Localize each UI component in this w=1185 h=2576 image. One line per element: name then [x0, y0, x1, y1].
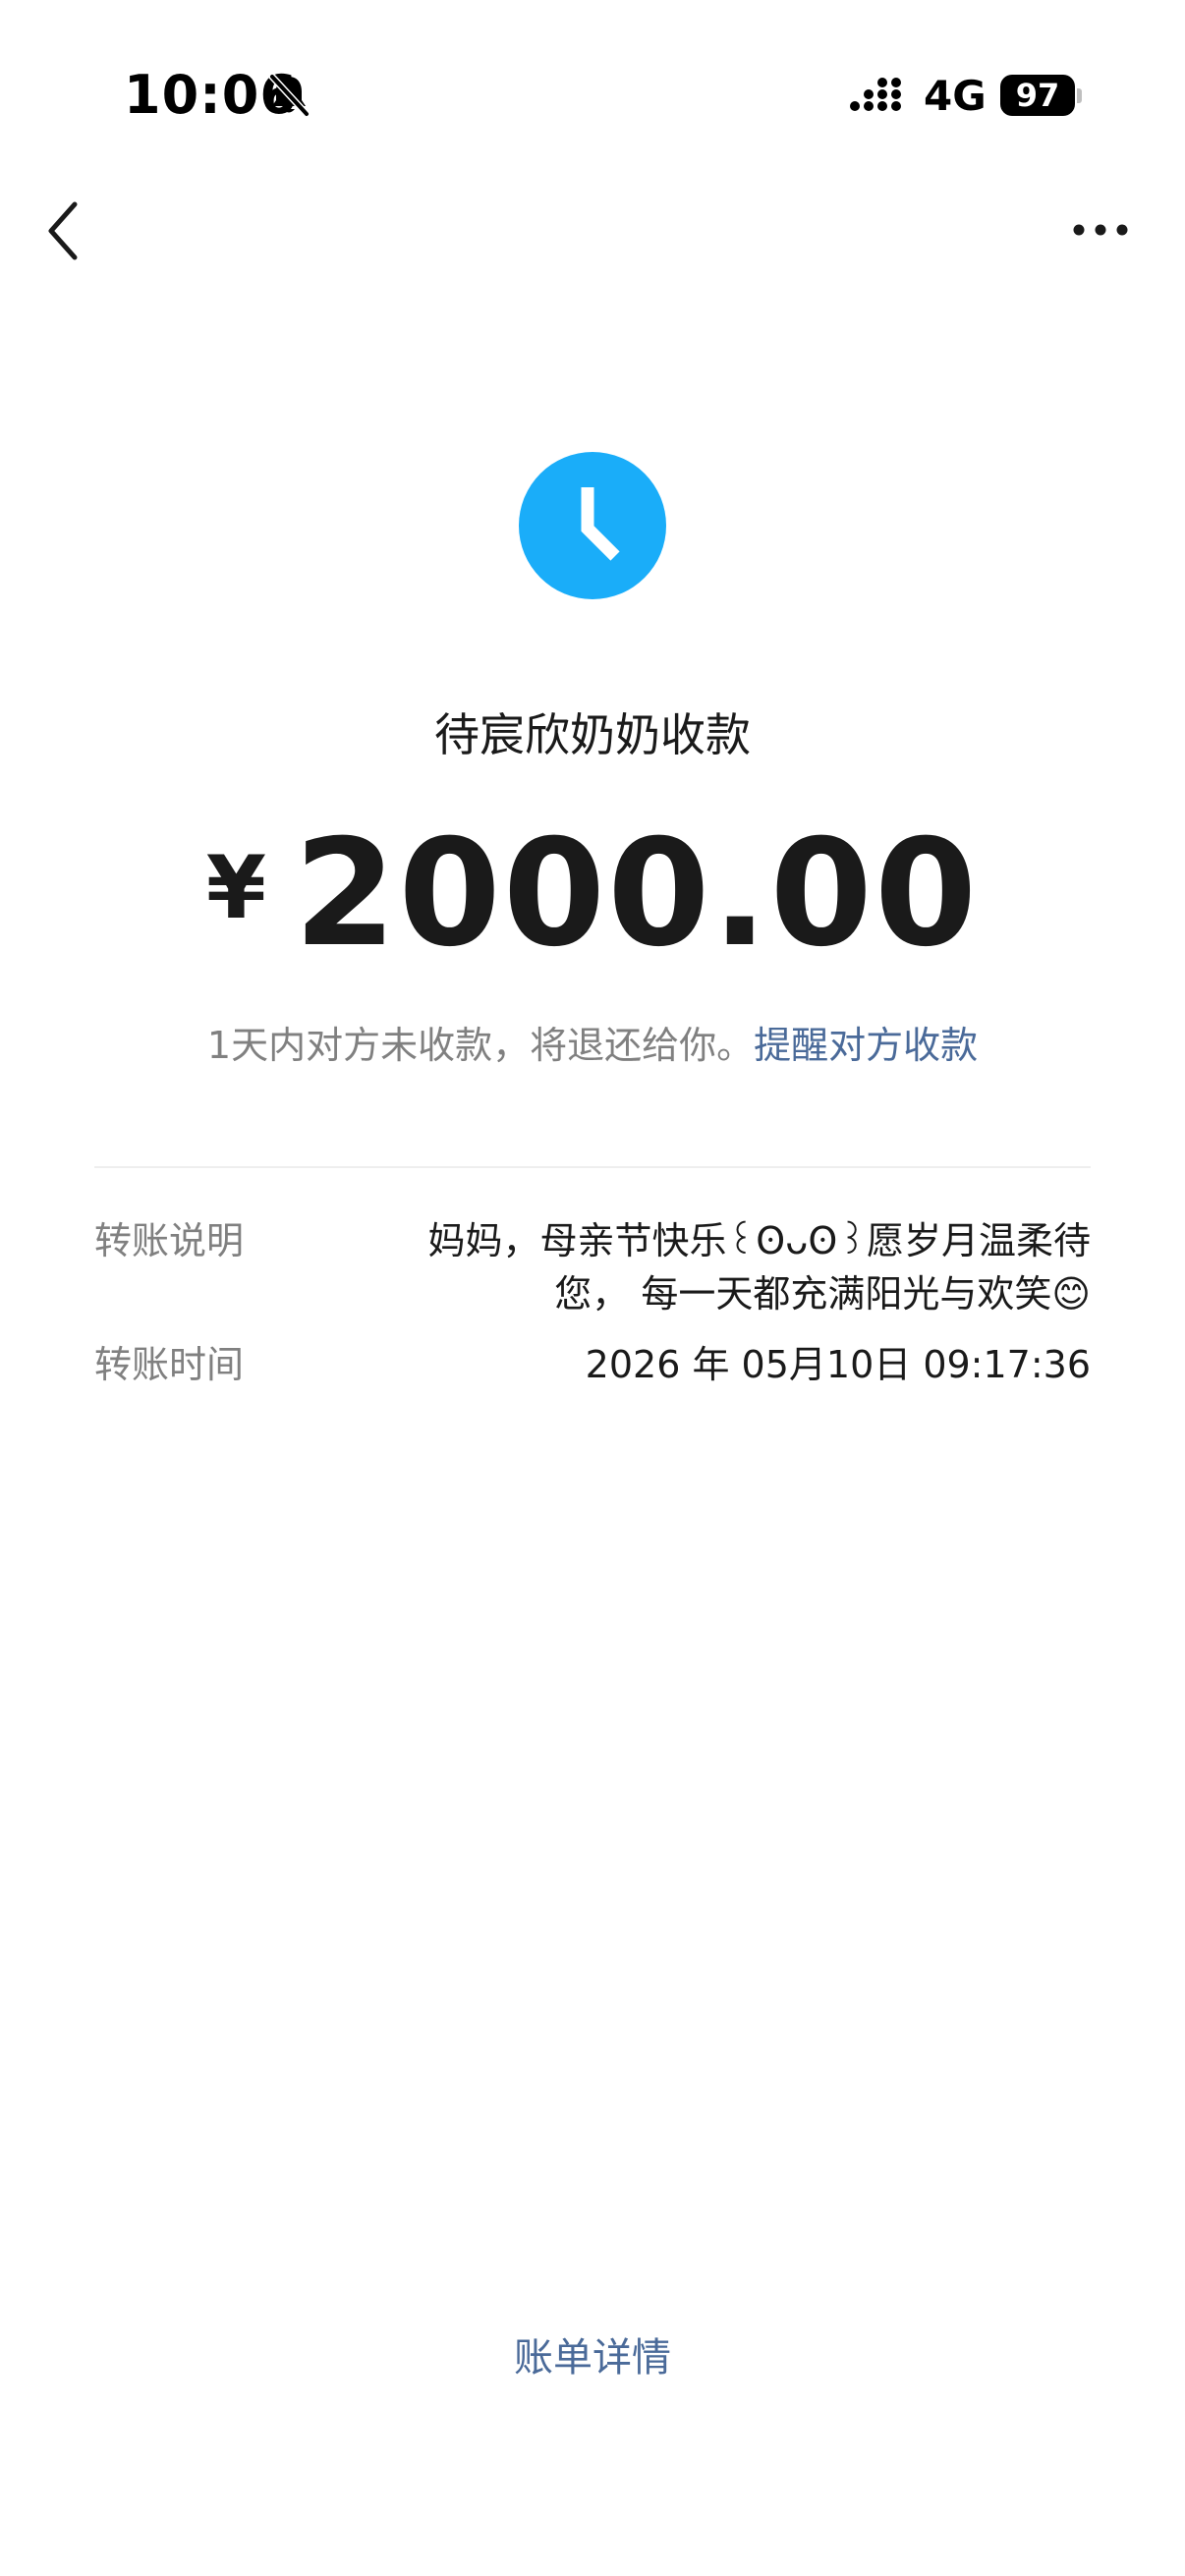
bill-detail-link[interactable]: 账单详情 — [0, 2326, 1185, 2389]
amount-display: ¥2000.00 — [0, 815, 1185, 973]
refund-notice-text: 1天内对方未收款，将退还给你。 — [206, 1024, 755, 1067]
more-dots-icon[interactable] — [1071, 218, 1130, 242]
transfer-detail-page: 10:06 4G 97 待宸欣奶奶收款 ¥ 2000.00 1天内对方未收款，将… — [0, 0, 1185, 2576]
signal-icon — [850, 78, 901, 111]
network-type: 4G — [924, 72, 987, 120]
pending-receiver-title: 待宸欣奶奶收款 — [434, 708, 751, 761]
chevron-left-icon[interactable] — [43, 196, 83, 265]
bell-muted-icon — [268, 73, 310, 118]
battery-cap — [1077, 88, 1082, 103]
transfer-time-label: 转账时间 — [94, 1343, 245, 1386]
status-bar: 10:06 4G 97 — [0, 0, 1185, 187]
transfer-note-label: 转账说明 — [94, 1219, 245, 1262]
transfer-note-value: 妈妈，母亲节快乐꒰ʘᴗʘ꒱愿岁月温柔待您， 每一天都充满阳光与欢笑😊 — [427, 1219, 1091, 1316]
amount-value: 2000.00 — [294, 809, 980, 980]
battery-icon: 97 — [1000, 75, 1075, 116]
refund-notice: 1天内对方未收款，将退还给你。提醒对方收款 — [0, 1014, 1185, 1077]
currency-symbol: ¥ — [205, 837, 267, 938]
remind-receiver-link[interactable]: 提醒对方收款 — [754, 1024, 978, 1067]
clock-icon — [519, 452, 666, 599]
transfer-time-value: 2026 年 05月10日 09:17:36 — [585, 1343, 1091, 1386]
divider — [94, 1166, 1091, 1168]
